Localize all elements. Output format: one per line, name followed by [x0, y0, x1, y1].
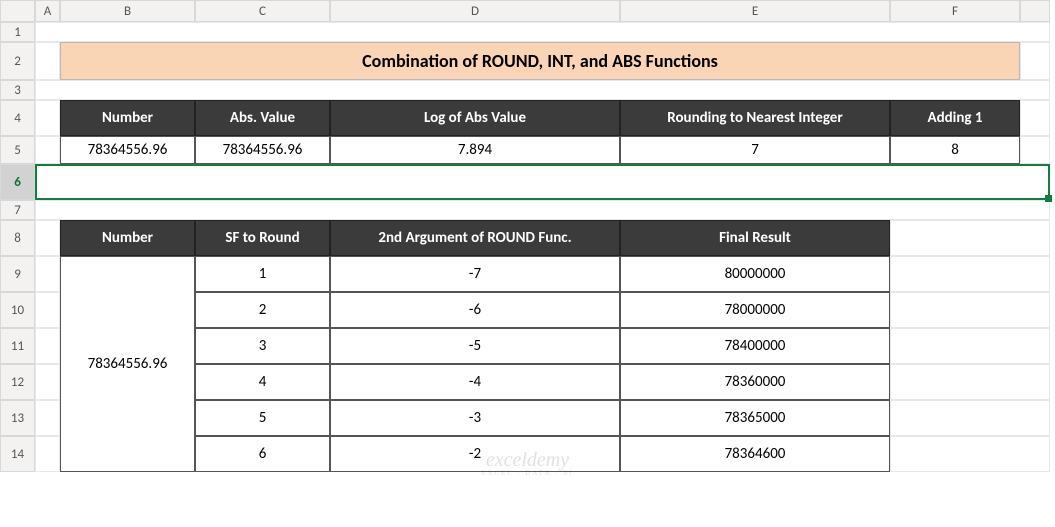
data-result-4[interactable]: 78360000 [620, 364, 890, 400]
cell-blank[interactable] [1020, 136, 1050, 164]
header2-arg2[interactable]: 2nd Argument of ROUND Func. [330, 220, 620, 256]
data-arg2-2[interactable]: -6 [330, 292, 620, 328]
data-result-2[interactable]: 78000000 [620, 292, 890, 328]
row-header-6[interactable]: 6 [0, 164, 35, 200]
cell-blank[interactable] [1020, 42, 1050, 80]
select-all-corner[interactable] [0, 0, 35, 22]
cell-blank[interactable] [890, 400, 1050, 436]
data-result-6[interactable]: 78364600 [620, 436, 890, 472]
cell-blank[interactable] [890, 256, 1050, 292]
row-header-2[interactable]: 2 [0, 42, 35, 80]
cell-A4[interactable] [35, 100, 60, 136]
data-rounding[interactable]: 7 [620, 136, 890, 164]
row-header-9[interactable]: 9 [0, 256, 35, 292]
data-number[interactable]: 78364556.96 [60, 136, 195, 164]
data-sf-6[interactable]: 6 [195, 436, 330, 472]
cell-blank[interactable] [35, 200, 1050, 220]
header-log-abs[interactable]: Log of Abs Value [330, 100, 620, 136]
cell-blank[interactable] [1020, 100, 1050, 136]
row-header-1[interactable]: 1 [0, 22, 35, 42]
cell-A9[interactable] [35, 256, 60, 292]
row-header-4[interactable]: 4 [0, 100, 35, 136]
data-adding1[interactable]: 8 [890, 136, 1020, 164]
data-result-1[interactable]: 80000000 [620, 256, 890, 292]
merged-number[interactable]: 78364556.96 [60, 256, 195, 472]
row-header-12[interactable]: 12 [0, 364, 35, 400]
data-arg2-3[interactable]: -5 [330, 328, 620, 364]
header-adding1[interactable]: Adding 1 [890, 100, 1020, 136]
data-sf-2[interactable]: 2 [195, 292, 330, 328]
spreadsheet-grid: A B C D E F 1 2 Combination of ROUND, IN… [0, 0, 1055, 472]
row-header-10[interactable]: 10 [0, 292, 35, 328]
data-arg2-5[interactable]: -3 [330, 400, 620, 436]
cell-blank[interactable] [890, 364, 1050, 400]
row-header-7[interactable]: 7 [0, 200, 35, 220]
data-abs-value[interactable]: 78364556.96 [195, 136, 330, 164]
col-header-last[interactable] [1020, 0, 1050, 22]
data-sf-1[interactable]: 1 [195, 256, 330, 292]
data-sf-5[interactable]: 5 [195, 400, 330, 436]
row-header-11[interactable]: 11 [0, 328, 35, 364]
header-rounding[interactable]: Rounding to Nearest Integer [620, 100, 890, 136]
col-header-E[interactable]: E [620, 0, 890, 22]
cell-blank[interactable] [890, 328, 1050, 364]
header2-result[interactable]: Final Result [620, 220, 890, 256]
data-log-abs[interactable]: 7.894 [330, 136, 620, 164]
cell-blank[interactable] [890, 292, 1050, 328]
header-abs-value[interactable]: Abs. Value [195, 100, 330, 136]
data-arg2-6[interactable]: -2 [330, 436, 620, 472]
header2-number[interactable]: Number [60, 220, 195, 256]
data-result-5[interactable]: 78365000 [620, 400, 890, 436]
cell-blank[interactable] [890, 436, 1050, 472]
data-arg2-4[interactable]: -4 [330, 364, 620, 400]
data-arg2-1[interactable]: -7 [330, 256, 620, 292]
col-header-B[interactable]: B [60, 0, 195, 22]
cell-A12[interactable] [35, 364, 60, 400]
row-header-8[interactable]: 8 [0, 220, 35, 256]
cell-blank[interactable] [890, 220, 1050, 256]
row-header-3[interactable]: 3 [0, 80, 35, 100]
header-number[interactable]: Number [60, 100, 195, 136]
col-header-A[interactable]: A [35, 0, 60, 22]
cell-blank[interactable] [35, 22, 1050, 42]
data-result-3[interactable]: 78400000 [620, 328, 890, 364]
cell-A5[interactable] [35, 136, 60, 164]
data-sf-4[interactable]: 4 [195, 364, 330, 400]
cell-A14[interactable] [35, 436, 60, 472]
col-header-D[interactable]: D [330, 0, 620, 22]
cell-A13[interactable] [35, 400, 60, 436]
col-header-C[interactable]: C [195, 0, 330, 22]
selected-row-cells[interactable] [35, 164, 1050, 200]
cell-A8[interactable] [35, 220, 60, 256]
row-header-5[interactable]: 5 [0, 136, 35, 164]
cell-A10[interactable] [35, 292, 60, 328]
data-sf-3[interactable]: 3 [195, 328, 330, 364]
cell-A11[interactable] [35, 328, 60, 364]
cell-blank[interactable] [35, 80, 1050, 100]
title-cell[interactable]: Combination of ROUND, INT, and ABS Funct… [60, 42, 1020, 80]
cell-A2[interactable] [35, 42, 60, 80]
header2-sf[interactable]: SF to Round [195, 220, 330, 256]
row-header-13[interactable]: 13 [0, 400, 35, 436]
row-header-14[interactable]: 14 [0, 436, 35, 472]
col-header-F[interactable]: F [890, 0, 1020, 22]
